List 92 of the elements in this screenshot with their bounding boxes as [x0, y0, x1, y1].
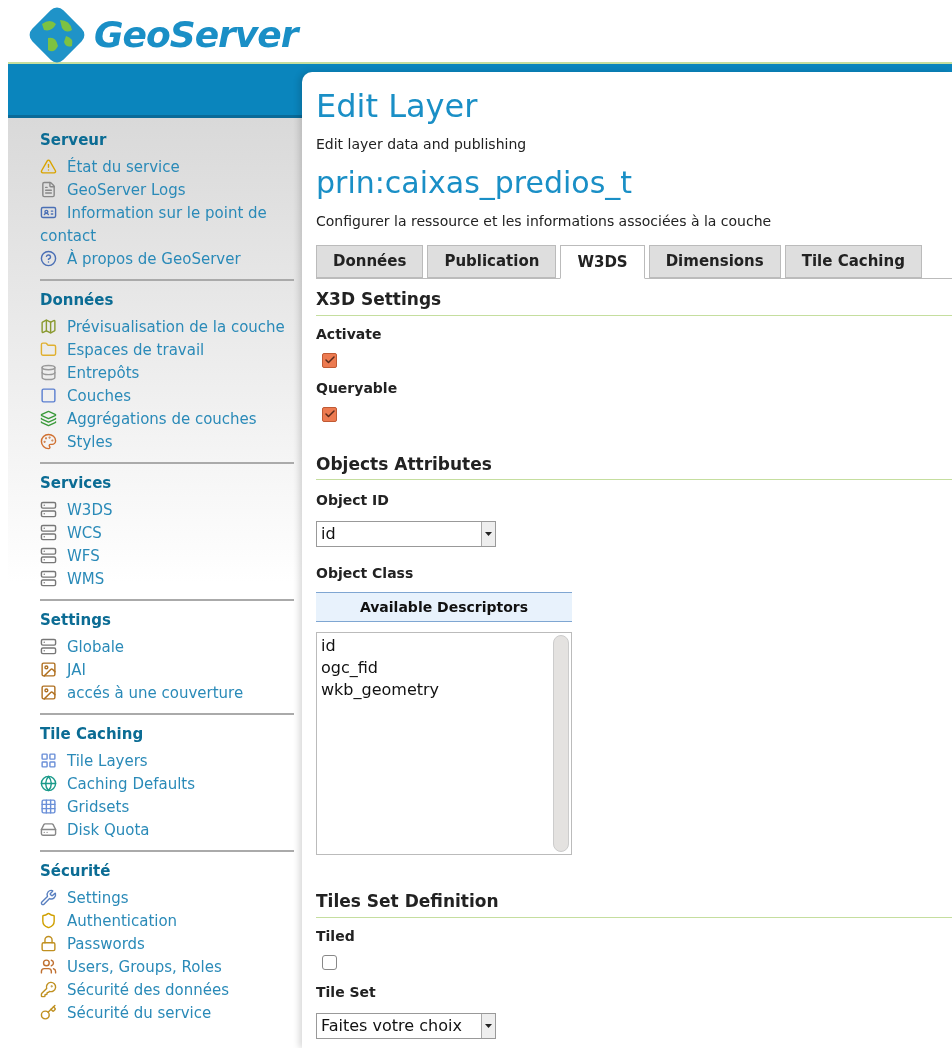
- sidebar-link[interactable]: Aggrégations de couches: [40, 408, 294, 431]
- section-heading: Tiles Set Definition: [316, 889, 952, 918]
- sidebar-heading: Données: [40, 290, 115, 311]
- sidebar-link[interactable]: Tile Layers: [40, 750, 294, 773]
- key-icon: [40, 1004, 57, 1021]
- field-label: Tiled: [316, 926, 356, 946]
- server-icon: [40, 501, 57, 518]
- list-option[interactable]: ogc_fid: [321, 657, 551, 679]
- sidebar-link[interactable]: Disk Quota: [40, 819, 294, 842]
- palette-icon: [40, 433, 57, 450]
- sidebar-link[interactable]: Caching Defaults: [40, 773, 294, 796]
- sidebar-heading: Settings: [40, 610, 112, 631]
- tab[interactable]: Publication: [427, 245, 557, 278]
- server-icon: [40, 570, 57, 587]
- id-card-icon: [40, 204, 57, 221]
- globe-icon: [40, 775, 57, 792]
- caret-icon: [485, 1023, 492, 1028]
- logo-text: GeoServer: [94, 13, 298, 57]
- sidebar-link[interactable]: GeoServer Logs: [40, 179, 294, 202]
- page-description: Configurer la ressource et les informations associées à la couche: [316, 212, 773, 231]
- hard-drive-icon: [40, 821, 57, 838]
- scrollbar[interactable]: [553, 635, 569, 852]
- sidebar-link[interactable]: accés à une couverture: [40, 682, 294, 705]
- sidebar-heading: Services: [40, 473, 113, 494]
- field-label: Object ID: [316, 491, 390, 510]
- field-label: Tile Set: [316, 982, 377, 1002]
- field-label: Queryable: [316, 378, 399, 398]
- section-heading: Objects Attributes: [316, 451, 952, 480]
- tab[interactable]: Données: [316, 245, 424, 278]
- sidebar-link[interactable]: Styles: [40, 431, 294, 454]
- wrench-icon: [40, 889, 57, 906]
- column-header: Available Descriptors: [316, 592, 572, 622]
- layer-name: prin:caixas_predios_t: [316, 164, 634, 202]
- sidebar-link[interactable]: JAI: [40, 659, 294, 682]
- sidebar-link[interactable]: Sécurité des données: [40, 979, 294, 1002]
- key-icon: [40, 981, 57, 998]
- sidebar-heading: Tile Caching: [40, 724, 145, 745]
- checkbox[interactable]: [322, 406, 337, 422]
- page-title: Edit Layer: [316, 86, 479, 127]
- sidebar-link[interactable]: WMS: [40, 568, 294, 591]
- sidebar-link[interactable]: WFS: [40, 545, 294, 568]
- field-label: Object Class: [316, 564, 415, 583]
- sidebar-link[interactable]: W3DS: [40, 499, 294, 522]
- database-icon: [40, 364, 57, 381]
- help-icon: [40, 250, 57, 267]
- sidebar-link[interactable]: Gridsets: [40, 796, 294, 819]
- checkbox[interactable]: [322, 352, 337, 368]
- page-subtitle: Edit layer data and publishing: [316, 135, 528, 154]
- list-option[interactable]: id: [321, 635, 551, 657]
- dropdown-select[interactable]: Faites votre choix: [316, 1012, 496, 1039]
- sidebar-link[interactable]: Authentication: [40, 910, 294, 933]
- sidebar-link[interactable]: Sécurité du service: [40, 1002, 294, 1025]
- tab[interactable]: W3DS: [560, 245, 645, 279]
- sidebar-heading: Serveur: [40, 130, 108, 151]
- sidebar-link[interactable]: Settings: [40, 887, 294, 910]
- checkbox[interactable]: [322, 954, 337, 970]
- sidebar-link[interactable]: Espaces de travail: [40, 339, 294, 362]
- lock-icon: [40, 935, 57, 952]
- grid-icon: [40, 752, 57, 769]
- list-box[interactable]: id ogc_fid wkb_geometry: [316, 632, 572, 855]
- server-icon: [40, 547, 57, 564]
- image-icon: [40, 661, 57, 678]
- sidebar-link[interactable]: Passwords: [40, 933, 294, 956]
- sidebar-link[interactable]: État du service: [40, 156, 294, 179]
- square-icon: [40, 387, 57, 404]
- section-heading: X3D Settings: [316, 287, 952, 316]
- sidebar-link[interactable]: Couches: [40, 385, 294, 408]
- folder-icon: [40, 341, 57, 358]
- list-option[interactable]: wkb_geometry: [321, 679, 551, 701]
- dropdown-select[interactable]: id: [316, 521, 496, 547]
- document-icon: [40, 181, 57, 198]
- server-icon: [40, 638, 57, 655]
- shield-icon: [40, 912, 57, 929]
- layers-icon: [40, 410, 57, 427]
- tab[interactable]: Tile Caching: [784, 245, 922, 278]
- server-icon: [40, 524, 57, 541]
- sidebar-link[interactable]: Users, Groups, Roles: [40, 956, 294, 979]
- field-label: Activate: [316, 324, 383, 344]
- users-icon: [40, 958, 57, 975]
- warning-icon: [40, 158, 57, 175]
- grid-icon: [40, 798, 57, 815]
- sidebar-link[interactable]: Information sur le point de contact: [40, 202, 294, 248]
- sidebar-link[interactable]: À propos de GeoServer: [40, 248, 294, 271]
- sidebar-link[interactable]: Prévisualisation de la couche: [40, 316, 294, 339]
- sidebar-link[interactable]: WCS: [40, 522, 294, 545]
- tab[interactable]: Dimensions: [648, 245, 781, 278]
- image-icon: [40, 684, 57, 701]
- sidebar-heading: Sécurité: [40, 861, 112, 882]
- sidebar-link[interactable]: Globale: [40, 636, 294, 659]
- sidebar-link[interactable]: Entrepôts: [40, 362, 294, 385]
- caret-icon: [485, 532, 492, 536]
- map-icon: [40, 318, 57, 335]
